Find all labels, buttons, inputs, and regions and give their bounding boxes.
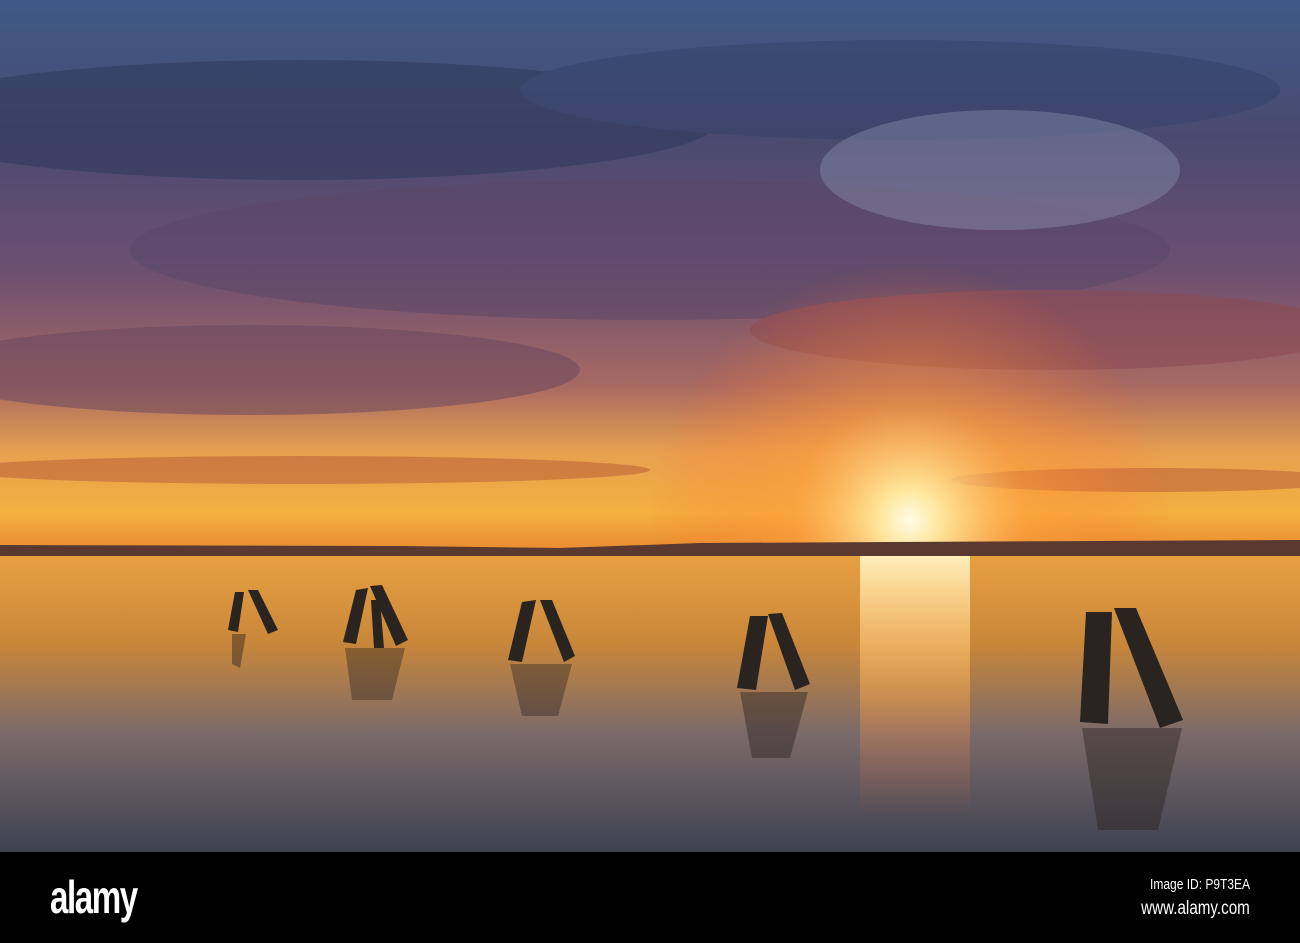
image-id-label: Image ID: P9T3EA (1149, 876, 1250, 893)
site-url: www.alamy.com (1141, 898, 1250, 919)
alamy-logo: alamy (50, 871, 138, 923)
sunset-lake-photo (0, 0, 1300, 852)
watermark-footer: alamy Image ID: P9T3EA www.alamy.com (0, 852, 1300, 943)
stock-photo-page: alamy Image ID: P9T3EA www.alamy.com (0, 0, 1300, 943)
